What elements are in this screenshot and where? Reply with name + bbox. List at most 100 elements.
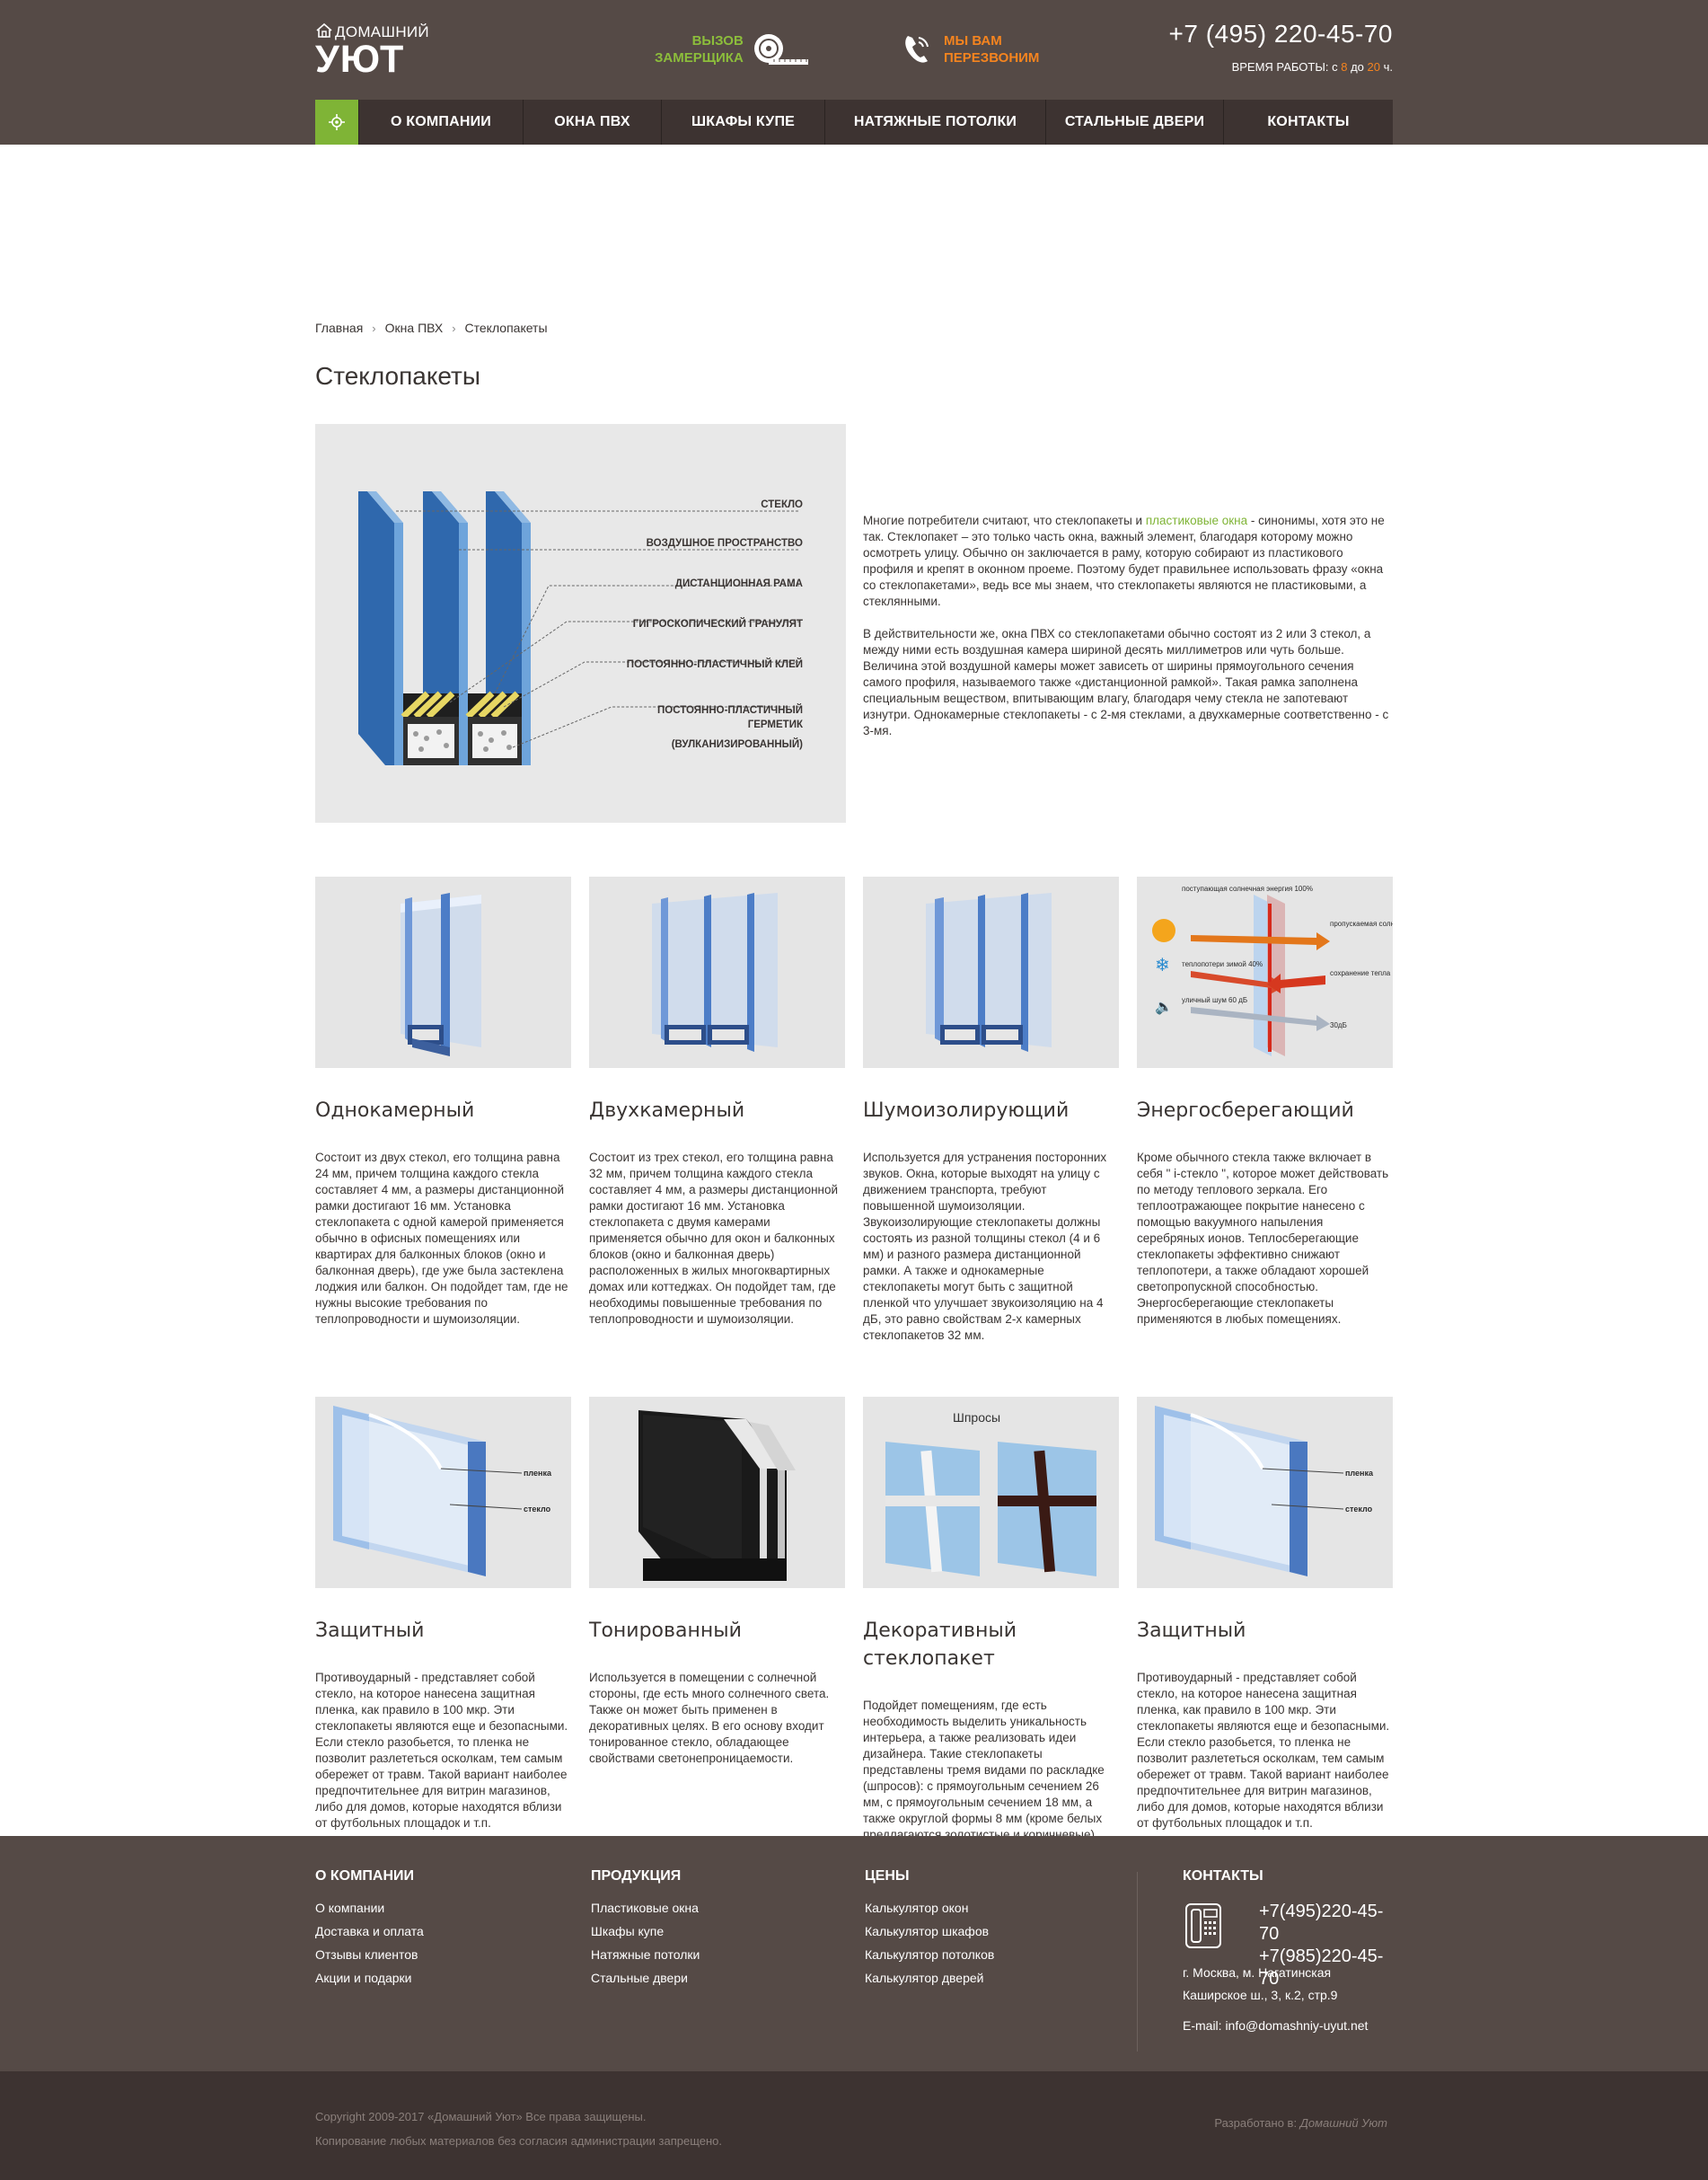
footer-link[interactable]: Акции и подарки	[315, 1971, 424, 1985]
footer-col-prices: ЦЕНЫ Калькулятор окон Калькулятор шкафов…	[865, 1868, 994, 1994]
energy-label-noise: уличный шум 60 дБ	[1182, 996, 1247, 1004]
intro-paragraph-1: Многие потребители считают, что стеклопа…	[863, 514, 1385, 608]
footer-link[interactable]: Калькулятор дверей	[865, 1971, 994, 1985]
energy-saving-image: поступающая солнечная энергия 100% пропу…	[1137, 877, 1393, 1068]
footer-col-contacts: КОНТАКТЫ	[1183, 1868, 1263, 1901]
call-measurer-line1: ВЫЗОВ	[691, 33, 744, 49]
footer-heading: О КОМПАНИИ	[315, 1868, 415, 1884]
phone-icon	[905, 36, 929, 63]
card-noise-insulating: Шумоизолирующий Используется для устране…	[863, 877, 1119, 1344]
footer-address: г. Москва, м. Нагатинская Каширское ш., …	[1183, 1965, 1338, 2002]
intro-text: Многие потребители считают, что стеклопа…	[863, 513, 1393, 755]
logo-big-text: УЮТ	[315, 38, 405, 81]
tinted-image	[589, 1397, 845, 1588]
nav-item-steel-doors[interactable]: СТАЛЬНЫЕ ДВЕРИ	[1046, 100, 1224, 145]
card-decorative: Шпросы Декоративный стеклопакет Подойдет…	[863, 1397, 1119, 1843]
footer-email[interactable]: E-mail: info@domashniy-uyut.net	[1183, 2018, 1368, 2033]
card-single-chamber: Однокамерный Состоит из двух стекол, его…	[315, 877, 571, 1344]
footer-link[interactable]: Стальные двери	[591, 1971, 700, 1985]
shpros-label: Шпросы	[953, 1410, 1000, 1425]
footer-link[interactable]: Калькулятор окон	[865, 1901, 994, 1915]
energy-label-incoming: поступающая солнечная энергия 100%	[1182, 885, 1313, 893]
footer-link[interactable]: О компании	[315, 1901, 424, 1915]
nav-item-company[interactable]: О КОМПАНИИ	[359, 100, 524, 145]
card-text: Кроме обычного стекла также включает в с…	[1137, 1151, 1389, 1326]
noise-insulating-image	[863, 877, 1119, 1068]
single-chamber-image	[315, 877, 571, 1068]
house-icon	[316, 22, 332, 38]
card-title: Декоративный стеклопакет	[863, 1620, 1017, 1670]
label-sealant-2: ГЕРМЕТИК	[748, 719, 804, 730]
footer-link[interactable]: Доставка и оплата	[315, 1924, 424, 1938]
label-air-space: ВОЗДУШНОЕ ПРОСТРАНСТВО	[647, 538, 803, 549]
header-phone[interactable]: +7 (495) 220-45-70	[1168, 20, 1393, 49]
glass-label: стекло	[1345, 1505, 1373, 1514]
card-title: Однокамерный	[315, 1099, 475, 1122]
card-title: Энергосберегающий	[1137, 1099, 1354, 1122]
film-label: пленка	[1345, 1469, 1374, 1478]
card-protective-1: пленка стекло Защитный Противоударный - …	[315, 1397, 571, 1843]
nav-home-button[interactable]	[315, 100, 359, 145]
site-logo[interactable]: ДОМАШНИЙ УЮТ	[315, 20, 429, 83]
card-title: Защитный	[1137, 1620, 1246, 1642]
copyright-bar: Copyright 2009-2017 «Домашний Уют» Все п…	[0, 2071, 1708, 2180]
plastic-windows-link[interactable]: пластиковые окна	[1146, 514, 1247, 527]
card-energy-saving: поступающая солнечная энергия 100% пропу…	[1137, 877, 1393, 1344]
footer-col-company: О КОМПАНИИ О компании Доставка и оплата …	[315, 1868, 424, 1994]
footer-link[interactable]: Калькулятор потолков	[865, 1947, 994, 1962]
nav-item-contacts[interactable]: КОНТАКТЫ	[1224, 100, 1393, 145]
card-text: Состоит из трех стекол, его толщина равн…	[589, 1151, 839, 1326]
card-text: Используется в помещении с солнечной сто…	[589, 1671, 830, 1765]
hours-to: 20	[1367, 60, 1380, 74]
hours-from: 8	[1341, 60, 1348, 74]
intro-paragraph-2: В действительности же, окна ПВХ со стекл…	[863, 627, 1389, 737]
tape-measure-icon	[753, 34, 808, 65]
main-nav: О КОМПАНИИ ОКНА ПВХ ШКАФЫ КУПЕ НАТЯЖНЫЕ …	[315, 100, 1393, 145]
label-glass: СТЕКЛО	[761, 499, 803, 510]
footer-phone-1[interactable]: +7(495)220-45-70	[1259, 1901, 1393, 1946]
card-title: Шумоизолирующий	[863, 1099, 1070, 1122]
card-text: Противоударный - представляет собой стек…	[1137, 1671, 1390, 1830]
protective-image-1: пленка стекло	[315, 1397, 571, 1588]
glass-unit-diagram-svg: СТЕКЛО ВОЗДУШНОЕ ПРОСТРАНСТВО ДИСТАНЦИОН…	[358, 491, 804, 765]
energy-label-heatsave: сохранение тепла помещения 60%	[1330, 969, 1393, 977]
film-label: пленка	[524, 1469, 552, 1478]
double-chamber-image	[589, 877, 845, 1068]
energy-label-heatloss: теплопотери зимой 40%	[1182, 960, 1263, 968]
developer-credit[interactable]: Разработано в: Домашний Уют	[1214, 2116, 1387, 2130]
footer-heading: КОНТАКТЫ	[1183, 1868, 1263, 1884]
glass-label: стекло	[524, 1505, 551, 1514]
card-title: Двухкамерный	[589, 1099, 745, 1122]
card-tinted: Тонированный Используется в помещении с …	[589, 1397, 845, 1843]
breadcrumb-home[interactable]: Главная	[315, 321, 363, 335]
card-title: Тонированный	[589, 1620, 742, 1642]
page-title: Стеклопакеты	[315, 362, 480, 390]
breadcrumb-current: Стеклопакеты	[464, 321, 548, 335]
home-target-icon	[329, 114, 345, 130]
nav-item-pvc-windows[interactable]: ОКНА ПВХ	[524, 100, 662, 145]
call-measurer-button[interactable]: ВЫЗОВ ЗАМЕРЩИКА	[655, 31, 812, 68]
label-spacer-frame: ДИСТАНЦИОННАЯ РАМА	[675, 578, 803, 589]
card-double-chamber: Двухкамерный Состоит из трех стекол, его…	[589, 877, 845, 1344]
copyright-text: Copyright 2009-2017 «Домашний Уют» Все п…	[315, 2110, 723, 2148]
label-sealant-3: (ВУЛКАНИЗИРОВАННЫЙ)	[672, 738, 803, 750]
callback-button[interactable]: МЫ ВАМ ПЕРЕЗВОНИМ	[899, 31, 1039, 68]
footer-link[interactable]: Пластиковые окна	[591, 1901, 700, 1915]
cards-row-2: пленка стекло Защитный Противоударный - …	[315, 1397, 1393, 1843]
footer-link[interactable]: Калькулятор шкафов	[865, 1924, 994, 1938]
nav-item-ceilings[interactable]: НАТЯЖНЫЕ ПОТОЛКИ	[825, 100, 1046, 145]
label-granulate: ГИГРОСКОПИЧЕСКИЙ ГРАНУЛЯТ	[633, 618, 803, 630]
footer-link[interactable]: Шкафы купе	[591, 1924, 700, 1938]
footer-link[interactable]: Отзывы клиентов	[315, 1947, 424, 1962]
snowflake-icon: ❄	[1155, 954, 1170, 975]
breadcrumb-chevron-icon: ›	[372, 321, 376, 335]
breadcrumb: Главная › Окна ПВХ › Стеклопакеты	[315, 321, 548, 335]
protective-image-2: пленка стекло	[1137, 1397, 1393, 1588]
speaker-icon: 🔈	[1155, 998, 1173, 1015]
footer-divider	[1137, 1872, 1138, 2052]
breadcrumb-pvc[interactable]: Окна ПВХ	[385, 321, 444, 335]
decorative-image: Шпросы	[863, 1397, 1119, 1588]
nav-item-wardrobes[interactable]: ШКАФЫ КУПЕ	[662, 100, 825, 145]
footer-link[interactable]: Натяжные потолки	[591, 1947, 700, 1962]
card-text: Состоит из двух стекол, его толщина равн…	[315, 1151, 568, 1326]
